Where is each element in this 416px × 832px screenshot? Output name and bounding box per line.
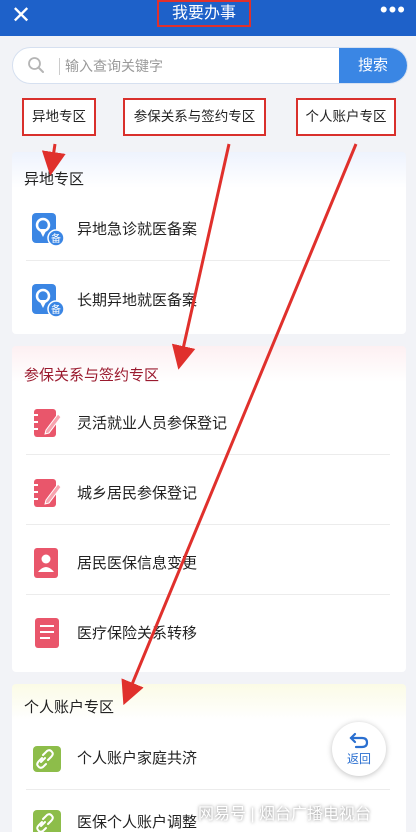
list-item[interactable]: 城乡居民参保登记 (12, 461, 406, 525)
search-icon (28, 57, 44, 73)
close-icon[interactable]: ✕ (6, 2, 36, 32)
search-input[interactable] (65, 48, 341, 83)
link-icon (33, 810, 61, 832)
notebook-pen-icon (34, 479, 62, 507)
svg-text:备: 备 (51, 232, 61, 245)
item-label: 长期异地就医备案 (77, 292, 198, 309)
page-title: 我要办事 (157, 0, 251, 27)
item-label: 居民医保信息变更 (77, 555, 198, 572)
item-label: 医保个人账户调整 (77, 814, 198, 831)
section-title: 个人账户专区 (24, 699, 115, 716)
search-bar: 搜索 (12, 47, 408, 84)
back-label: 返回 (346, 752, 371, 766)
location-record-icon: 备 (32, 284, 64, 317)
search-button[interactable]: 搜索 (339, 48, 407, 83)
item-label: 城乡居民参保登记 (77, 485, 198, 502)
section-remote: 异地专区 备 异地急诊就医备案 备 长期异地就医备案 (12, 152, 406, 334)
document-icon (35, 618, 59, 648)
return-icon (349, 732, 369, 749)
list-item[interactable]: 医疗保险关系转移 (12, 601, 406, 665)
item-label: 异地急诊就医备案 (77, 221, 198, 238)
back-button[interactable]: 返回 (332, 722, 386, 776)
contact-book-icon (34, 548, 58, 578)
list-item[interactable]: 灵活就业人员参保登记 (12, 391, 406, 455)
link-icon (33, 746, 61, 772)
item-label: 灵活就业人员参保登记 (77, 415, 228, 432)
top-bar: ✕ 我要办事 ••• (0, 0, 416, 36)
divider (26, 524, 390, 525)
item-label: 医疗保险关系转移 (77, 625, 198, 642)
divider (26, 260, 390, 261)
watermark: 网易号 | 烟台广播电视台 (198, 806, 372, 823)
svg-text:备: 备 (51, 303, 61, 316)
section-title: 参保关系与签约专区 (24, 367, 160, 384)
section-title: 异地专区 (24, 171, 85, 188)
notebook-pen-icon (34, 409, 62, 437)
location-record-icon: 备 (32, 213, 64, 246)
list-item[interactable]: 备 异地急诊就医备案 (12, 197, 406, 261)
divider (26, 594, 390, 595)
divider (26, 454, 390, 455)
tab-personal-account-zone[interactable]: 个人账户专区 (296, 98, 396, 136)
tab-insurance-relation-zone[interactable]: 参保关系与签约专区 (123, 98, 266, 136)
more-icon[interactable]: ••• (380, 0, 406, 30)
list-item[interactable]: 居民医保信息变更 (12, 531, 406, 595)
search-divider (59, 58, 60, 75)
tab-remote-zone[interactable]: 异地专区 (22, 98, 96, 136)
section-insurance-relation: 参保关系与签约专区 灵活就业人员参保登记 城乡居民参保登记 居民医保信息变更 医… (12, 346, 406, 672)
item-label: 个人账户家庭共济 (77, 750, 198, 767)
list-item[interactable]: 备 长期异地就医备案 (12, 268, 406, 332)
